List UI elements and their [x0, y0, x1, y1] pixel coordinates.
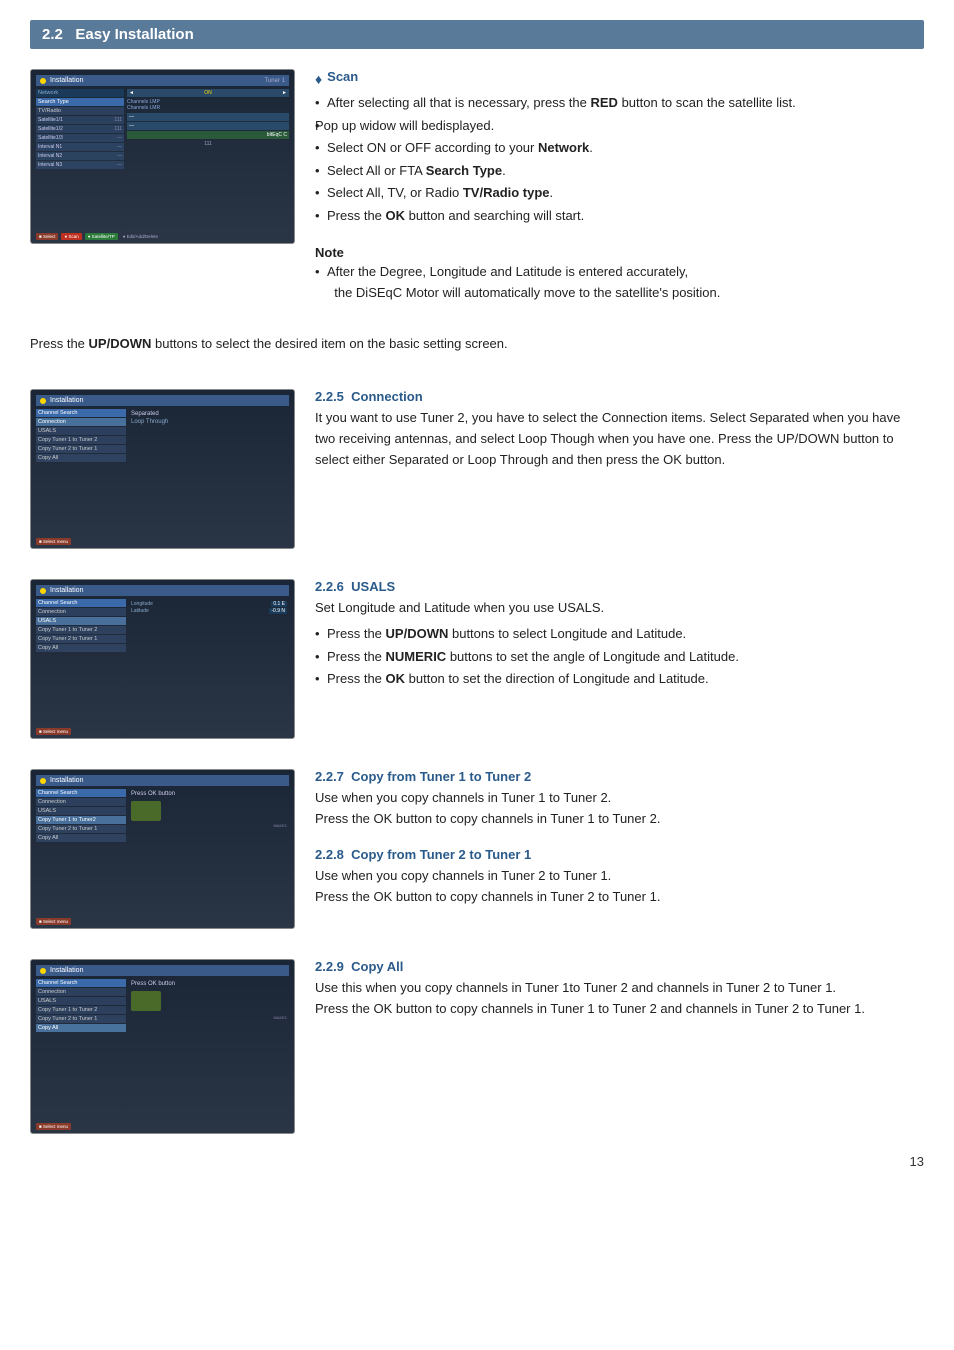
note-label: Note	[315, 245, 924, 260]
s229-title: 2.2.9 Copy All	[315, 959, 924, 974]
s226-intro: Set Longitude and Latitude when you use …	[315, 598, 924, 619]
s228-body: Use when you copy channels in Tuner 2 to…	[315, 866, 924, 908]
note-text-1: After the Degree, Longitude and Latitude…	[327, 264, 688, 279]
scan-item-5: Select All, TV, or Radio TV/Radio type.	[315, 183, 924, 203]
section-title: Easy Installation	[75, 26, 193, 43]
scan-item-3: Select ON or OFF according to your Netwo…	[315, 138, 924, 158]
s226-item-2: Press the NUMERIC buttons to set the ang…	[315, 647, 924, 667]
note-text: After the Degree, Longitude and Latitude…	[315, 262, 924, 304]
row-scan: Installation Tuner 1 Network Search Type…	[30, 69, 924, 304]
s225-text: 2.2.5 Connection It you want to use Tune…	[315, 389, 924, 475]
scan-title: Scan	[327, 69, 358, 84]
screenshot-3: Installation Channel Search Connection U…	[30, 579, 295, 739]
s229-body: Use this when you copy channels in Tuner…	[315, 978, 924, 1020]
scan-text: ♦ Scan After selecting all that is neces…	[315, 69, 924, 304]
s229-text: 2.2.9 Copy All Use this when you copy ch…	[315, 959, 924, 1025]
screenshot-5: Installation Channel Search Connection U…	[30, 959, 295, 1134]
screenshot-1: Installation Tuner 1 Network Search Type…	[30, 69, 295, 244]
section-number: 2.2	[42, 26, 63, 43]
s225-title: 2.2.5 Connection	[315, 389, 924, 404]
s227-228-text: 2.2.7 Copy from Tuner 1 to Tuner 2 Use w…	[315, 769, 924, 912]
screenshot-4: Installation Channel Search Connection U…	[30, 769, 295, 929]
note-text-2: the DiSEqC Motor will automatically move…	[334, 285, 720, 300]
s226-title: 2.2.6 USALS	[315, 579, 924, 594]
s226-item-1: Press the UP/DOWN buttons to select Long…	[315, 624, 924, 644]
main-content: Installation Tuner 1 Network Search Type…	[30, 69, 924, 1134]
section-header: 2.2 Easy Installation	[30, 20, 924, 49]
screenshot-2: Installation Channel Search Connection U…	[30, 389, 295, 549]
row-227-228: Installation Channel Search Connection U…	[30, 769, 924, 929]
note-block: Note After the Degree, Longitude and Lat…	[315, 233, 924, 304]
s226-item-3: Press the OK button to set the direction…	[315, 669, 924, 689]
s226-list: Press the UP/DOWN buttons to select Long…	[315, 624, 924, 689]
scan-item-2: Pop up widow will bedisplayed.	[315, 116, 924, 136]
scan-diamond: ♦	[315, 71, 322, 87]
s225-body: It you want to use Tuner 2, you have to …	[315, 408, 924, 470]
s227-body: Use when you copy channels in Tuner 1 to…	[315, 788, 924, 830]
page-number: 13	[30, 1154, 924, 1169]
scan-list: After selecting all that is necessary, p…	[315, 93, 924, 225]
scan-item-1: After selecting all that is necessary, p…	[315, 93, 924, 113]
s226-text: 2.2.6 USALS Set Longitude and Latitude w…	[315, 579, 924, 692]
scan-item-6: Press the OK button and searching will s…	[315, 206, 924, 226]
row-225: Installation Channel Search Connection U…	[30, 389, 924, 549]
scan-item-4: Select All or FTA Search Type.	[315, 161, 924, 181]
s227-title: 2.2.7 Copy from Tuner 1 to Tuner 2	[315, 769, 924, 784]
s228-title: 2.2.8 Copy from Tuner 2 to Tuner 1	[315, 847, 924, 862]
updown-text: Press the UP/DOWN buttons to select the …	[30, 334, 924, 355]
row-226: Installation Channel Search Connection U…	[30, 579, 924, 739]
row-229: Installation Channel Search Connection U…	[30, 959, 924, 1134]
